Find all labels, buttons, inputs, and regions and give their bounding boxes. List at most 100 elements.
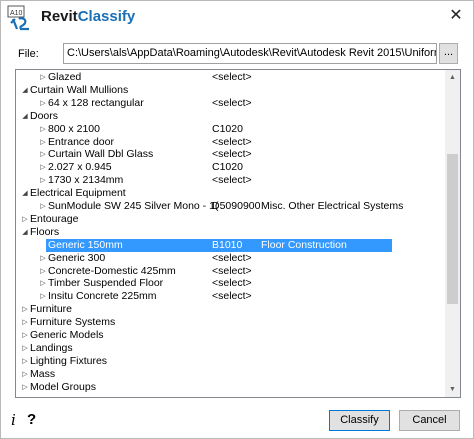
tree-category-row[interactable]: ◢ Curtain Wall Mullions: [16, 84, 444, 97]
close-icon: ✕: [449, 7, 463, 24]
classification-code[interactable]: <select>: [212, 97, 252, 110]
classification-code[interactable]: D5090900: [212, 200, 260, 213]
collapsed-arrow-icon[interactable]: ▷: [38, 174, 48, 187]
collapsed-arrow-icon[interactable]: ▷: [38, 200, 48, 213]
collapsed-arrow-icon[interactable]: ▷: [20, 316, 30, 329]
tree-type-row[interactable]: ▷ Timber Suspended Floor <select>: [16, 277, 444, 290]
collapsed-arrow-icon[interactable]: ▷: [20, 355, 30, 368]
tree-category-row[interactable]: ▷ Landings: [16, 342, 444, 355]
tree-row-label: 64 x 128 rectangular: [48, 96, 144, 109]
tree-category-row[interactable]: ▷ Model Groups: [16, 381, 444, 394]
category-tree: ▷ Glazed <select> ◢ Curtain Wall Mullions ▷ 64…: [15, 69, 461, 398]
tree-scrollbar[interactable]: ▲ ▼: [445, 70, 460, 397]
revitclassify-logo-icon: A10: [7, 5, 29, 31]
classification-code[interactable]: <select>: [212, 290, 252, 303]
revitclassify-window: A10 RevitClassify ✕ File: C:\Users\als\A…: [0, 0, 474, 439]
collapsed-arrow-icon[interactable]: ▷: [38, 290, 48, 303]
collapsed-arrow-icon[interactable]: ▷: [38, 252, 48, 265]
collapsed-arrow-icon[interactable]: ▷: [38, 277, 48, 290]
collapsed-arrow-icon[interactable]: ▷: [38, 161, 48, 174]
classification-code[interactable]: <select>: [212, 277, 252, 290]
tree-row-label: Timber Suspended Floor: [48, 277, 164, 290]
classification-description: Floor Construction: [261, 238, 347, 251]
scroll-down-icon[interactable]: ▼: [445, 382, 460, 397]
tree-category-row[interactable]: ▷ Furniture Systems: [16, 316, 444, 329]
tree-row-label: Glazed: [48, 71, 82, 83]
app-title-accent: Classify: [77, 8, 136, 25]
classification-code[interactable]: <select>: [212, 174, 252, 187]
expanded-arrow-icon[interactable]: ◢: [20, 187, 30, 200]
classification-code[interactable]: <select>: [212, 71, 252, 84]
collapsed-arrow-icon[interactable]: ▷: [38, 97, 48, 110]
tree-row-label: Concrete-Domestic 425mm: [48, 264, 176, 277]
tree-row-label: Doors: [30, 109, 59, 122]
classification-code[interactable]: B1010: [212, 239, 242, 252]
classification-code[interactable]: <select>: [212, 148, 252, 161]
tree-category-row[interactable]: ▷ Furniture: [16, 303, 444, 316]
collapsed-arrow-icon[interactable]: ▷: [20, 329, 30, 342]
logo-text: A10: [10, 10, 23, 17]
info-icon[interactable]: i: [11, 411, 16, 429]
tree-type-row[interactable]: ▷ Entrance door <select>: [16, 136, 444, 149]
classification-code[interactable]: <select>: [212, 252, 252, 265]
tree-row-label: Generic 300: [48, 251, 106, 264]
expanded-arrow-icon[interactable]: ◢: [20, 110, 30, 123]
tree-row-label: Mass: [30, 367, 56, 380]
tree-row-label: Electrical Equipment: [30, 187, 126, 200]
tree-row-label: Landings: [30, 341, 73, 354]
tree-type-row[interactable]: ▷ Generic 150mm B1010 Floor Construction: [16, 238, 444, 252]
close-button[interactable]: ✕: [441, 3, 471, 29]
collapsed-arrow-icon[interactable]: ▷: [38, 148, 48, 161]
tree-row-label: Generic 150mm: [48, 238, 123, 251]
tree-type-row[interactable]: ▷ Concrete-Domestic 425mm <select>: [16, 265, 444, 278]
collapsed-arrow-icon[interactable]: ▷: [38, 239, 48, 252]
collapsed-arrow-icon[interactable]: ▷: [20, 213, 30, 226]
tree-type-row[interactable]: ▷ 800 x 2100 C1020: [16, 123, 444, 136]
collapsed-arrow-icon[interactable]: ▷: [20, 368, 30, 381]
collapsed-arrow-icon[interactable]: ▷: [20, 381, 30, 394]
tree-category-row[interactable]: ▷ Entourage: [16, 213, 444, 226]
tree-row-label: SunModule SW 245 Silver Mono - 1(: [48, 200, 219, 212]
collapsed-arrow-icon[interactable]: ▷: [20, 342, 30, 355]
classification-code[interactable]: <select>: [212, 136, 252, 149]
help-icon[interactable]: ?: [27, 411, 36, 428]
tree-type-row[interactable]: ▷ 1730 x 2134mm <select>: [16, 174, 444, 187]
tree-type-row[interactable]: ▷ SunModule SW 245 Silver Mono - 1(D50909…: [16, 200, 444, 213]
classification-description: Misc. Other Electrical Systems: [261, 200, 404, 212]
tree-row-label: 800 x 2100: [48, 122, 100, 135]
classification-code[interactable]: C1020: [212, 123, 243, 136]
scrollbar-thumb[interactable]: [447, 154, 458, 304]
tree-category-row[interactable]: ▷ Generic Models: [16, 329, 444, 342]
classify-button[interactable]: Classify: [329, 410, 390, 431]
collapsed-arrow-icon[interactable]: ▷: [38, 71, 48, 84]
expanded-arrow-icon[interactable]: ◢: [20, 84, 30, 97]
tree-type-row[interactable]: ▷ Glazed <select>: [16, 71, 444, 84]
expanded-arrow-icon[interactable]: ◢: [20, 226, 30, 239]
title-bar: A10 RevitClassify ✕: [1, 1, 473, 33]
tree-category-row[interactable]: ▷ Mass: [16, 368, 444, 381]
tree-type-row[interactable]: ▷ 64 x 128 rectangular <select>: [16, 97, 444, 110]
collapsed-arrow-icon[interactable]: ▷: [38, 265, 48, 278]
tree-row-label: Floors: [30, 225, 60, 238]
file-path-input[interactable]: C:\Users\als\AppData\Roaming\Autodesk\Re…: [63, 43, 437, 64]
tree-type-row[interactable]: ▷ Curtain Wall Dbl Glass <select>: [16, 148, 444, 161]
tree-category-row[interactable]: ◢ Doors: [16, 110, 444, 123]
scroll-up-icon[interactable]: ▲: [445, 70, 460, 85]
tree-category-row[interactable]: ◢ Floors: [16, 226, 444, 239]
tree-row-label: Model Groups: [30, 380, 96, 393]
cancel-button[interactable]: Cancel: [399, 410, 460, 431]
classification-code[interactable]: C1020: [212, 161, 243, 174]
browse-button[interactable]: ...: [439, 43, 458, 64]
collapsed-arrow-icon[interactable]: ▷: [38, 136, 48, 149]
collapsed-arrow-icon[interactable]: ▷: [20, 303, 30, 316]
collapsed-arrow-icon[interactable]: ▷: [38, 123, 48, 136]
tree-category-row[interactable]: ▷ Lighting Fixtures: [16, 355, 444, 368]
tree-row-label: Furniture: [30, 303, 73, 316]
tree-category-row[interactable]: ◢ Electrical Equipment: [16, 187, 444, 200]
tree-type-row[interactable]: ▷ Generic 300 <select>: [16, 252, 444, 265]
tree-type-row[interactable]: ▷ Insitu Concrete 225mm <select>: [16, 290, 444, 303]
classification-code[interactable]: <select>: [212, 265, 252, 278]
tree-row-label: 2.027 x 0.945: [48, 161, 112, 174]
tree-row-label: Entourage: [30, 212, 79, 225]
tree-type-row[interactable]: ▷ 2.027 x 0.945 C1020: [16, 161, 444, 174]
